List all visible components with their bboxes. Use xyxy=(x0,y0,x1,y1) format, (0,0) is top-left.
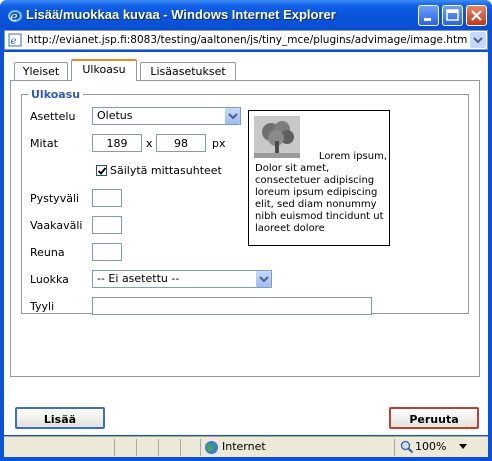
status-divider xyxy=(114,439,115,456)
fieldset-legend: Ulkoasu xyxy=(28,88,84,101)
asettelu-label: Asettelu xyxy=(30,110,76,123)
tab-ulkoasu[interactable]: Ulkoasu xyxy=(71,59,137,81)
svg-text:e: e xyxy=(10,10,18,23)
preview-text: Lorem ipsum, Dolor sit amet, consectetue… xyxy=(255,151,387,235)
status-divider xyxy=(200,439,201,456)
address-bar[interactable]: e http://evianet.jsp.fi:8083/testing/aal… xyxy=(4,30,488,50)
zoom-icon xyxy=(400,440,414,454)
preview-text-first: Lorem ipsum, xyxy=(318,151,387,162)
chevron-down-icon xyxy=(255,271,271,287)
hspace-label: Vaakaväli xyxy=(30,219,83,232)
style-input[interactable] xyxy=(92,297,372,315)
keep-ratio-checkbox[interactable] xyxy=(96,165,107,176)
tab-panel: Ulkoasu Asettelu Oletus Mitat 189 x 98 p… xyxy=(10,80,480,377)
status-bar: Internet 100% xyxy=(4,436,488,457)
chevron-down-icon xyxy=(224,108,240,124)
address-dropdown-icon[interactable] xyxy=(470,32,486,48)
unit-label: px xyxy=(212,137,226,150)
image-preview: Lorem ipsum, Dolor sit amet, consectetue… xyxy=(248,110,390,246)
tab-yleiset[interactable]: Yleiset xyxy=(14,62,68,80)
address-url: http://evianet.jsp.fi:8083/testing/aalto… xyxy=(27,34,468,46)
svg-text:e: e xyxy=(11,36,17,47)
class-select-value: -- Ei asetettu -- xyxy=(97,272,180,285)
page-icon: e xyxy=(8,33,22,47)
ie-logo-icon: e xyxy=(8,10,22,23)
dialog-content: Yleiset Ulkoasu Lisäasetukset Ulkoasu As… xyxy=(4,52,488,435)
dimension-separator: x xyxy=(146,137,153,150)
align-select-value: Oletus xyxy=(97,109,133,122)
ie-window: e Lisää/muokkaa kuvaa - Windows Internet… xyxy=(0,0,492,461)
class-label: Luokka xyxy=(30,273,69,286)
maximize-button[interactable] xyxy=(442,5,463,26)
checkmark-icon xyxy=(97,167,107,175)
cancel-button[interactable]: Peruuta xyxy=(389,407,479,429)
vspace-input[interactable] xyxy=(92,189,122,207)
hspace-input[interactable] xyxy=(92,216,122,234)
close-button[interactable] xyxy=(466,5,487,26)
appearance-fieldset: Ulkoasu Asettelu Oletus Mitat 189 x 98 p… xyxy=(21,88,469,315)
border-label: Reuna xyxy=(30,246,65,259)
border-input[interactable] xyxy=(92,243,122,261)
window-title: Lisää/muokkaa kuvaa - Windows Internet E… xyxy=(26,7,336,22)
height-input[interactable]: 98 xyxy=(156,134,206,152)
zoom-dropdown-icon[interactable] xyxy=(459,444,467,450)
zone-text: Internet xyxy=(222,440,266,453)
style-label: Tyyli xyxy=(30,300,55,313)
globe-icon xyxy=(205,441,218,454)
tab-lisaasetukset[interactable]: Lisäasetukset xyxy=(140,62,236,80)
keep-ratio-label: Säilytä mittasuhteet xyxy=(110,164,222,177)
status-divider xyxy=(158,439,159,456)
vspace-label: Pystyväli xyxy=(30,192,80,205)
status-divider xyxy=(394,439,395,456)
class-select[interactable]: -- Ei asetettu -- xyxy=(92,270,272,288)
maximize-icon xyxy=(446,9,459,21)
close-icon xyxy=(471,10,482,21)
preview-text-rest: Dolor sit amet, consectetuer adipiscing … xyxy=(255,163,384,234)
width-input[interactable]: 189 xyxy=(92,134,142,152)
minimize-icon xyxy=(424,18,431,21)
status-divider xyxy=(180,439,181,456)
align-select[interactable]: Oletus xyxy=(92,107,241,125)
status-divider xyxy=(136,439,137,456)
mitat-label: Mitat xyxy=(30,137,58,150)
insert-button[interactable]: Lisää xyxy=(15,407,105,429)
zoom-level[interactable]: 100% xyxy=(415,440,446,453)
minimize-button[interactable] xyxy=(418,5,439,26)
title-bar[interactable]: e Lisää/muokkaa kuvaa - Windows Internet… xyxy=(0,0,492,30)
